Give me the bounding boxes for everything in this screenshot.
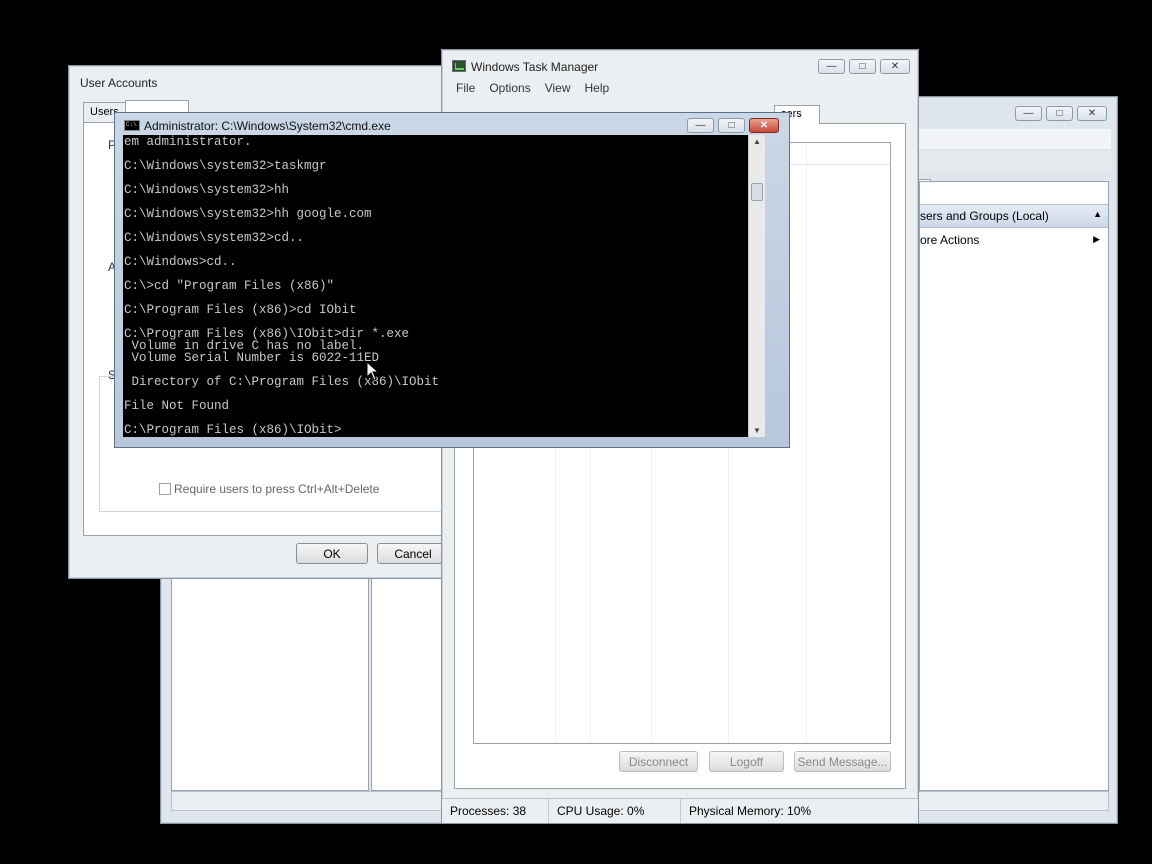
close-icon[interactable]: ✕ <box>880 59 910 74</box>
task-manager-status-bar: Processes: 38 CPU Usage: 0% Physical Mem… <box>442 798 918 823</box>
collapse-up-icon[interactable]: ▲ <box>1093 209 1102 219</box>
require-ctrl-alt-del-label[interactable]: Require users to press Ctrl+Alt+Delete <box>174 482 379 496</box>
ok-button[interactable]: OK <box>296 543 368 564</box>
task-manager-app-icon <box>452 60 466 72</box>
console-line: C:\Windows>cd.. <box>124 255 237 269</box>
chevron-right-icon: ▶ <box>1093 234 1100 244</box>
actions-header-label: sers and Groups (Local) <box>920 209 1049 223</box>
scroll-down-icon[interactable]: ▼ <box>753 426 761 435</box>
menu-help[interactable]: Help <box>585 81 610 95</box>
console-line: File Not Found <box>124 399 230 413</box>
console-line: Volume Serial Number is 6022-11ED <box>124 351 380 365</box>
task-manager-title: Windows Task Manager <box>471 60 599 74</box>
mmc-actions-pane: sers and Groups (Local) ▲ ore Actions ▶ <box>919 181 1109 791</box>
console-line: em administrator. <box>124 135 252 149</box>
cmd-title: Administrator: C:\Windows\System32\cmd.e… <box>144 119 391 133</box>
console-line: C:\Windows\system32>cd.. <box>124 231 305 245</box>
console-output[interactable]: em administrator. C:\Windows\system32>ta… <box>123 135 765 437</box>
minimize-icon[interactable]: — <box>687 118 714 133</box>
require-ctrl-alt-del-checkbox[interactable] <box>159 483 171 495</box>
task-manager-menu-bar: File Options View Help <box>456 81 609 95</box>
console-scrollbar[interactable]: ▲ ▼ <box>748 135 765 437</box>
console-line: C:\Program Files (x86)>cd IObit <box>124 303 357 317</box>
console-line: C:\Windows\system32>hh <box>124 183 290 197</box>
menu-file[interactable]: File <box>456 81 475 95</box>
cmd-app-icon: C:\ <box>124 120 140 131</box>
cmd-window-controls: — □ ✕ <box>687 118 779 133</box>
console-line: C:\Windows\system32>taskmgr <box>124 159 327 173</box>
maximize-icon[interactable]: □ <box>1046 106 1073 121</box>
minimize-icon[interactable]: — <box>1015 106 1042 121</box>
maximize-icon[interactable]: □ <box>849 59 876 74</box>
console-line: C:\Program Files (x86)\IObit> <box>124 423 342 437</box>
scroll-up-icon[interactable]: ▲ <box>753 137 761 146</box>
mmc-window-controls: — □ ✕ <box>1015 106 1107 121</box>
physical-memory: Physical Memory: 10% <box>689 804 812 818</box>
column-divider <box>806 143 807 743</box>
close-icon[interactable]: ✕ <box>1077 106 1107 121</box>
maximize-icon[interactable]: □ <box>718 118 745 133</box>
menu-options[interactable]: Options <box>489 81 530 95</box>
disconnect-button[interactable]: Disconnect <box>619 751 698 772</box>
mouse-cursor-icon <box>366 361 380 381</box>
console-line: C:\Windows\system32>hh google.com <box>124 207 372 221</box>
processes-count: Processes: 38 <box>442 799 549 823</box>
console-line: Directory of C:\Program Files (x86)\IObi… <box>124 375 440 389</box>
task-manager-window-controls: — □ ✕ <box>818 59 910 74</box>
user-accounts-title: User Accounts <box>80 76 158 90</box>
cmd-window: C:\ Administrator: C:\Windows\System32\c… <box>114 112 790 448</box>
actions-header: sers and Groups (Local) ▲ <box>920 204 1108 228</box>
monitor-graph-icon <box>455 63 464 70</box>
logoff-button[interactable]: Logoff <box>709 751 784 772</box>
scrollbar-thumb[interactable] <box>751 183 763 201</box>
menu-view[interactable]: View <box>545 81 571 95</box>
console-line: C:\>cd "Program Files (x86)" <box>124 279 335 293</box>
cancel-button[interactable]: Cancel <box>377 543 449 564</box>
close-icon[interactable]: ✕ <box>749 118 779 133</box>
send-message-button[interactable]: Send Message... <box>794 751 891 772</box>
more-actions-item[interactable]: ore Actions ▶ <box>920 232 1108 250</box>
minimize-icon[interactable]: — <box>818 59 845 74</box>
cmd-icon-text: C:\ <box>126 121 137 128</box>
more-actions-label: ore Actions <box>920 233 980 247</box>
console-text: em administrator. C:\Windows\system32>ta… <box>123 135 765 437</box>
cpu-usage: CPU Usage: 0% <box>549 799 681 823</box>
